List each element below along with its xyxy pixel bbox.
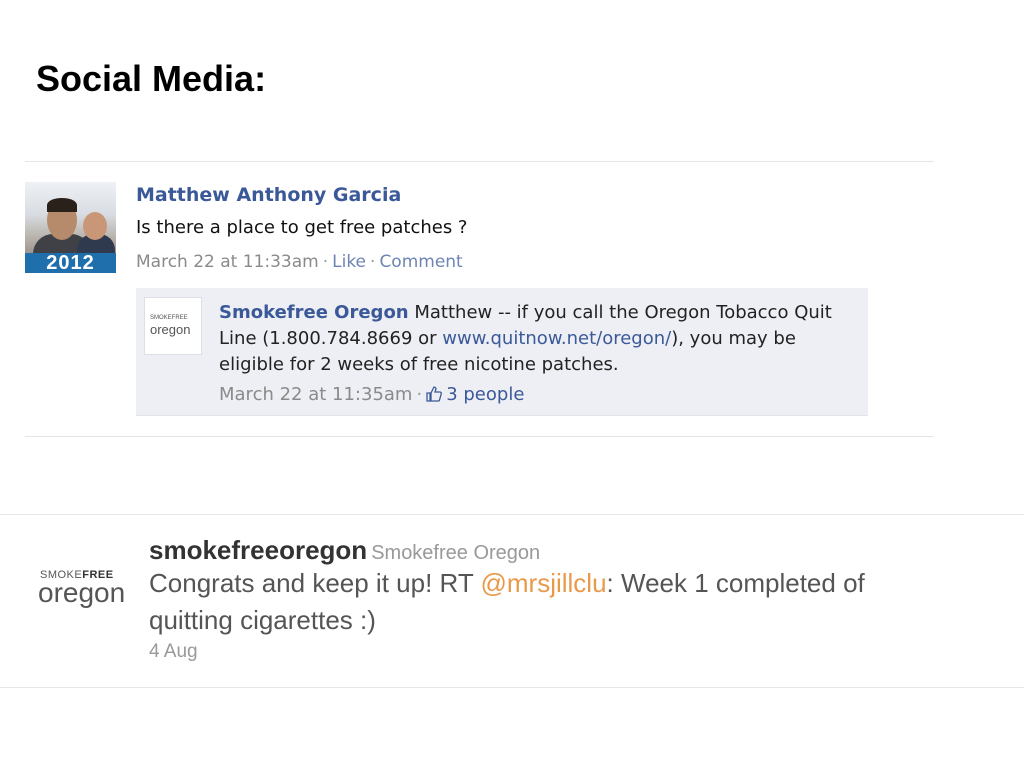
post-author-link[interactable]: Matthew Anthony Garcia bbox=[136, 184, 401, 206]
separator-dot: · bbox=[322, 252, 329, 272]
reply-author-link[interactable]: Smokefree Oregon bbox=[219, 302, 409, 323]
tweet-mention-link[interactable]: @mrsjillclu bbox=[480, 568, 606, 598]
tweet-handle-link[interactable]: smokefreeoregon bbox=[149, 535, 367, 565]
reply-timestamp[interactable]: March 22 at 11:35am bbox=[219, 384, 412, 405]
like-link[interactable]: Like bbox=[332, 252, 366, 272]
logo-oregon-text: oregon bbox=[150, 322, 191, 337]
post-meta: March 22 at 11:33am · Like · Comment bbox=[136, 252, 463, 272]
reply-avatar-logo[interactable]: SMOKEFREE oregon bbox=[144, 297, 202, 355]
reply-meta: March 22 at 11:35am · 3 people bbox=[219, 384, 524, 405]
twitter-post: SMOKEFREE oregon smokefreeoregon Smokefre… bbox=[0, 514, 1024, 688]
avatar-face-child bbox=[83, 212, 107, 240]
thumbs-up-icon bbox=[426, 386, 443, 402]
reply-likes-link[interactable]: 3 people bbox=[426, 384, 524, 405]
logo-smokefree-text: SMOKEFREE bbox=[150, 315, 188, 321]
quitline-url-link[interactable]: www.quitnow.net/oregon/ bbox=[442, 328, 671, 349]
separator-dot: · bbox=[416, 384, 423, 405]
tweet-header: smokefreeoregon Smokefree Oregon bbox=[149, 535, 540, 566]
logo-oregon-text: oregon bbox=[38, 577, 126, 608]
separator-dot: · bbox=[370, 252, 376, 272]
post-timestamp[interactable]: March 22 at 11:33am bbox=[136, 252, 319, 272]
reply-comment: SMOKEFREE oregon Smokefree Oregon Matthe… bbox=[136, 288, 868, 416]
reply-likes-count: 3 people bbox=[446, 384, 525, 405]
avatar-hair bbox=[47, 198, 77, 212]
facebook-post: 2012 Matthew Anthony Garcia Is there a p… bbox=[25, 161, 934, 437]
smokefree-oregon-logo[interactable]: SMOKEFREE oregon bbox=[38, 567, 133, 617]
tweet-display-name: Smokefree Oregon bbox=[371, 542, 541, 564]
tweet-date[interactable]: 4 Aug bbox=[149, 641, 198, 663]
avatar-year-badge: 2012 bbox=[25, 253, 116, 273]
reply-body: Smokefree Oregon Matthew -- if you call … bbox=[219, 300, 839, 378]
tweet-text-before: Congrats and keep it up! RT bbox=[149, 568, 474, 598]
slide-title: Social Media: bbox=[36, 58, 267, 99]
post-text: Is there a place to get free patches ? bbox=[136, 217, 468, 238]
tweet-text: Congrats and keep it up! RT @mrsjillclu:… bbox=[149, 565, 949, 639]
user-avatar[interactable]: 2012 bbox=[25, 182, 116, 273]
comment-link[interactable]: Comment bbox=[379, 252, 462, 272]
